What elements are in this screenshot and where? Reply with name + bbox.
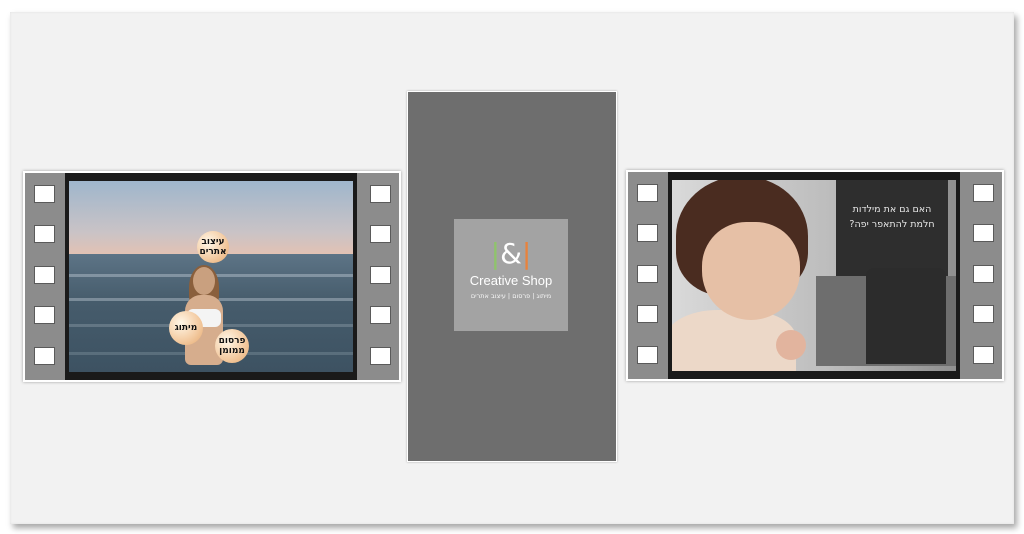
sprocket-hole [637, 224, 658, 242]
sprocket-hole [637, 305, 658, 323]
brand-name: Creative Shop [469, 273, 553, 288]
logo-box: |&| Creative Shop מיתוג | פרסום | עיצוב … [454, 219, 568, 331]
sprocket-hole [34, 347, 55, 365]
sprocket-hole [34, 225, 55, 243]
video-thumbnail-girl[interactable]: האם גם את מילדות חלמת להתאפר יפה? [668, 172, 960, 379]
sprocket-column-right [361, 173, 399, 380]
sprocket-hole [973, 184, 994, 202]
sprocket-hole [637, 184, 658, 202]
sprocket-column-right [964, 172, 1002, 379]
chair [866, 268, 946, 364]
sprocket-column-left [628, 172, 666, 379]
sprocket-hole [637, 265, 658, 283]
sprocket-hole [637, 346, 658, 364]
sprocket-hole [370, 185, 391, 203]
service-bubble-branding: מיתוג [169, 311, 203, 345]
sprocket-hole [34, 185, 55, 203]
sprocket-hole [973, 305, 994, 323]
sprocket-hole [370, 225, 391, 243]
service-bubble-paid-ads: פרסום ממומן [215, 329, 249, 363]
caption-screen: האם גם את מילדות חלמת להתאפר יפה? [836, 180, 948, 276]
filmstrip-right[interactable]: האם גם את מילדות חלמת להתאפר יפה? [626, 170, 1004, 381]
logo-mark: |&| [490, 237, 532, 270]
sprocket-hole [973, 346, 994, 364]
sprocket-hole [973, 265, 994, 283]
girl-face [702, 222, 800, 320]
sprocket-hole [370, 306, 391, 324]
brand-tagline: מיתוג | פרסום | עיצוב אתרים [470, 292, 552, 300]
sprocket-hole [370, 347, 391, 365]
caption-line-2: חלמת להתאפר יפה? [849, 219, 935, 230]
sprocket-column-left [25, 173, 63, 380]
video-thumbnail-beach[interactable]: עיצוב אתרים מיתוג פרסום ממומן [65, 173, 357, 380]
sprocket-hole [34, 306, 55, 324]
girl-hand [776, 330, 806, 360]
creative-shop-card[interactable]: |&| Creative Shop מיתוג | פרסום | עיצוב … [407, 91, 617, 462]
sprocket-hole [34, 266, 55, 284]
service-bubble-web-design: עיצוב אתרים [197, 231, 229, 263]
caption-line-1: האם גם את מילדות [852, 204, 932, 215]
filmstrip-left[interactable]: עיצוב אתרים מיתוג פרסום ממומן [23, 171, 401, 382]
sprocket-hole [973, 224, 994, 242]
sprocket-hole [370, 266, 391, 284]
gallery-panel: עיצוב אתרים מיתוג פרסום ממומן |&| Creati… [10, 12, 1014, 524]
